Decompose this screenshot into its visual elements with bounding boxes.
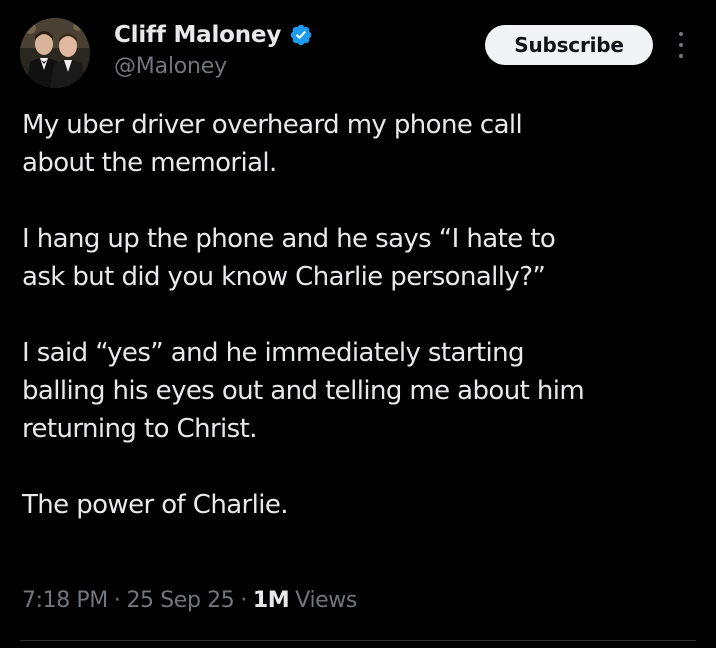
more-dot xyxy=(679,43,683,47)
divider xyxy=(20,640,696,641)
more-vertical-icon[interactable] xyxy=(675,30,687,60)
author-handle[interactable]: @Maloney xyxy=(114,54,313,79)
author-name-row: Cliff Maloney xyxy=(114,20,313,50)
post-paragraph: The power of Charlie. xyxy=(22,490,289,520)
post: Cliff Maloney @Maloney Subscribe My uber… xyxy=(0,0,716,648)
post-date[interactable]: 25 Sep 25 xyxy=(126,588,234,613)
post-paragraph: I said “yes” and he immediately starting… xyxy=(22,338,585,444)
post-time[interactable]: 7:18 PM xyxy=(22,588,108,613)
views-count[interactable]: 1M xyxy=(253,588,290,613)
more-dot xyxy=(679,54,683,58)
post-text: My uber driver overheard my phone call a… xyxy=(22,106,702,524)
post-paragraph: I hang up the phone and he says “I hate … xyxy=(22,224,556,292)
verified-badge-icon[interactable] xyxy=(289,23,313,47)
subscribe-button[interactable]: Subscribe xyxy=(485,25,653,65)
views-label[interactable]: Views xyxy=(295,588,357,613)
author-info: Cliff Maloney @Maloney xyxy=(114,20,313,79)
more-dot xyxy=(679,32,683,36)
meta-separator: · xyxy=(240,588,247,613)
post-header: Cliff Maloney @Maloney Subscribe xyxy=(20,18,696,88)
post-paragraph: My uber driver overheard my phone call a… xyxy=(22,110,523,178)
meta-separator: · xyxy=(113,588,121,613)
avatar[interactable] xyxy=(20,18,90,88)
author-display-name[interactable]: Cliff Maloney xyxy=(114,22,281,48)
post-meta: 7:18 PM · 25 Sep 25 · 1M Views xyxy=(22,588,357,613)
avatar-photo xyxy=(20,18,90,88)
